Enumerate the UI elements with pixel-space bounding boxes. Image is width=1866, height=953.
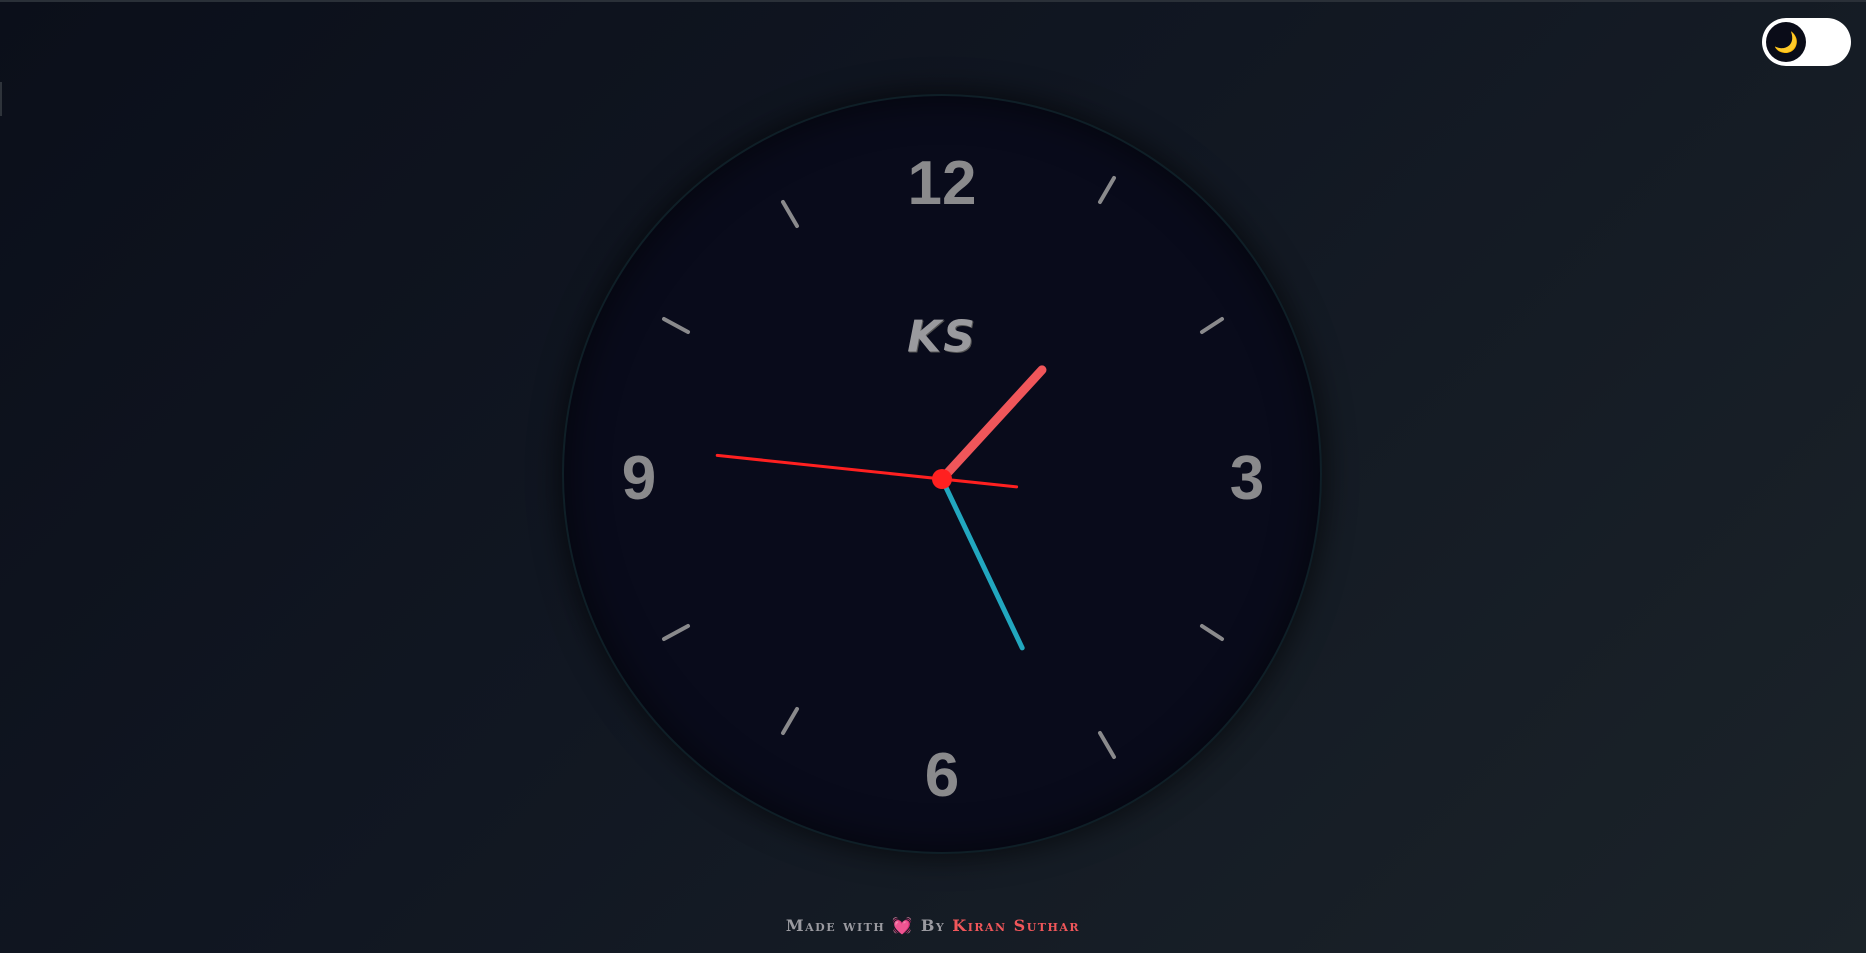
- minute-hand: [939, 476, 1025, 651]
- tick-mark: [1200, 624, 1224, 641]
- toggle-knob[interactable]: 🌙: [1766, 22, 1806, 62]
- heart-icon: 💓: [892, 916, 914, 935]
- tick-mark: [662, 317, 690, 334]
- author-name: Kiran Suthar: [952, 916, 1081, 935]
- theme-toggle[interactable]: 🌙: [1762, 18, 1851, 66]
- center-dot: [932, 469, 952, 489]
- tick-mark: [1098, 731, 1116, 759]
- tick-mark: [1098, 176, 1116, 204]
- by-text: By: [920, 916, 946, 935]
- top-border: [0, 0, 1866, 2]
- tick-mark: [781, 200, 799, 228]
- footer-credit: Made with 💓 By Kiran Suthar: [0, 916, 1866, 935]
- second-hand: [715, 453, 1019, 489]
- tick-mark: [662, 624, 690, 641]
- tick-mark: [1200, 317, 1224, 334]
- made-with-text: Made with: [785, 916, 886, 935]
- tick-mark: [781, 707, 799, 735]
- clock-face: 12 3 6 9 KS: [564, 96, 1320, 852]
- hour-hand: [937, 365, 1047, 484]
- moon-icon: 🌙: [1773, 30, 1799, 54]
- edge-mark: [0, 82, 2, 116]
- clock-hands-layer: [662, 176, 1224, 759]
